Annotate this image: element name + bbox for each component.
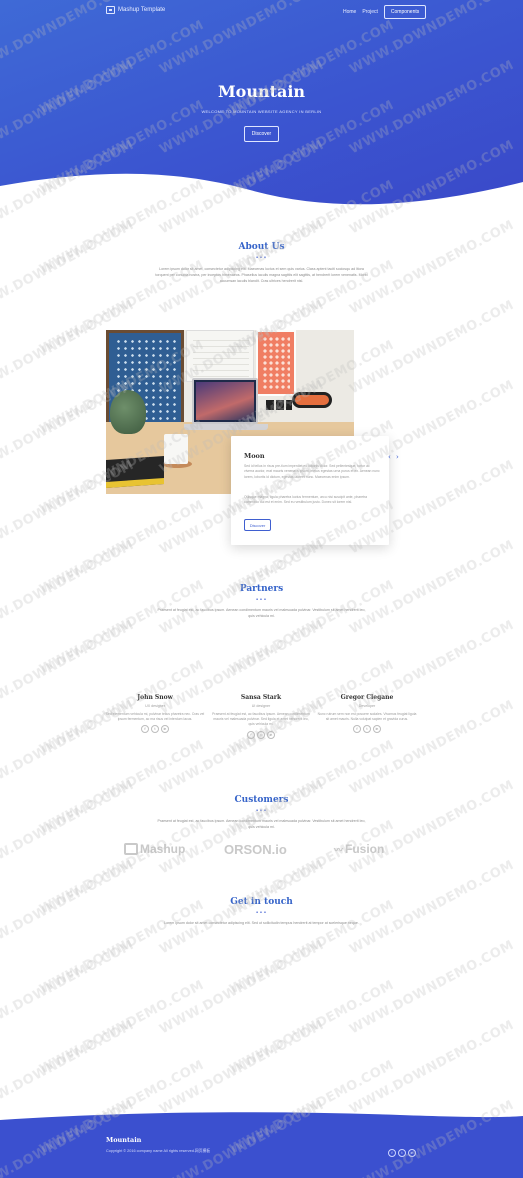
twitter-icon[interactable]: t <box>398 1149 406 1157</box>
linkedin-icon[interactable]: in <box>408 1149 416 1157</box>
facebook-icon[interactable]: f <box>247 730 255 739</box>
partner-text: Nunc rutrum sem non est posuere sodales.… <box>317 712 417 722</box>
partners-title: Partners <box>239 584 284 594</box>
customer-logo-orson[interactable]: ORSON.io <box>224 842 287 857</box>
card-discover-button[interactable]: Discover <box>244 519 271 531</box>
watermark-text: WWW.DOWNDEMO.COM <box>157 1017 327 1118</box>
mashup-logo-icon <box>124 843 138 855</box>
watermark-text: WWW.DOWNDEMO.COM <box>347 937 517 1038</box>
facebook-icon[interactable]: f <box>388 1149 396 1157</box>
footer <box>0 1120 523 1178</box>
footer-copyright: Copyright © 2016 company name All rights… <box>106 1149 211 1153</box>
hero-wave-divider <box>0 173 523 223</box>
brand-logo-icon <box>106 6 115 14</box>
twitter-icon[interactable]: t <box>151 725 159 734</box>
facebook-icon[interactable]: f <box>353 725 361 734</box>
nav-components-button[interactable]: Components <box>383 5 427 19</box>
card-prev-icon[interactable]: ‹ <box>388 453 391 461</box>
top-nav: Mashup Template Home Project Components <box>0 0 523 22</box>
partner-name: Gregor Clegane <box>340 694 394 701</box>
hero-title: Mountain <box>217 82 306 101</box>
linkedin-icon[interactable]: in <box>161 725 169 734</box>
hero-subtitle: WELCOME TO MOUNTAIN WEBSITE AGENCY IN BE… <box>201 109 322 114</box>
partner-name: John Snow <box>137 694 173 701</box>
partner-name: Sansa Stark <box>240 694 282 701</box>
partner-role: UX designer <box>145 704 165 708</box>
twitter-icon[interactable]: t <box>257 730 265 739</box>
customer-logos: Mashup ORSON.io 〰 Fusion <box>0 842 523 860</box>
customer-logo-label: Fusion <box>345 842 385 856</box>
card-next-icon[interactable]: › <box>396 453 399 461</box>
watermark-text: WWW.DOWNDEMO.COM <box>157 857 327 958</box>
watermark-text: WWW.DOWNDEMO.COM <box>347 777 517 878</box>
contact-text: Lorem ipsum dolor sit amet consectetur a… <box>164 921 359 925</box>
hero-discover-button[interactable]: Discover <box>244 126 279 142</box>
nav-links: Home Project Components <box>343 5 427 19</box>
page: Mashup Template Home Project Components … <box>0 0 523 1178</box>
photo-headphones <box>292 392 332 408</box>
watermark-text: WWW.DOWNDEMO.COM <box>0 777 137 878</box>
photo-poster-sketch <box>186 330 254 382</box>
watermark-text: WWW.DOWNDEMO.COM <box>0 217 137 318</box>
photo-poster-orange <box>256 330 296 396</box>
customers-title: Customers <box>234 795 289 805</box>
watermark-text: WWW.DOWNDEMO.COM <box>37 977 207 1078</box>
partner-socials: f t in <box>100 725 210 734</box>
partner-role: UI designer <box>251 704 271 708</box>
partner-text: Sed elementum vehicula mi, pulvinar tell… <box>105 712 205 722</box>
partners-dots: ••• <box>255 597 268 603</box>
watermark-text: WWW.DOWNDEMO.COM <box>347 217 517 318</box>
customer-logo-mashup[interactable]: Mashup <box>124 842 185 856</box>
customer-logo-fusion[interactable]: 〰 Fusion <box>334 842 384 856</box>
watermark-text: WWW.DOWNDEMO.COM <box>157 937 327 1038</box>
photo-laptop-base <box>184 424 268 430</box>
partner-card: Sansa Stark UI designer Praesent at feug… <box>206 694 316 739</box>
watermark-text: WWW.DOWNDEMO.COM <box>0 1017 137 1118</box>
partner-card: John Snow UX designer Sed elementum vehi… <box>100 694 210 734</box>
nav-home[interactable]: Home <box>343 9 356 15</box>
photo-cubes <box>266 400 292 410</box>
card-text-2: Quisque magna, ligula pharetra luctus fe… <box>244 495 368 505</box>
watermark-text: WWW.DOWNDEMO.COM <box>347 857 517 958</box>
watermark-text: WWW.DOWNDEMO.COM <box>37 497 207 598</box>
watermark-text: WWW.DOWNDEMO.COM <box>227 977 397 1078</box>
partner-card: Gregor Clegane Developer Nunc rutrum sem… <box>312 694 422 734</box>
card-text-1: Sed id tellus in risus pre-tium imperdie… <box>244 464 380 479</box>
linkedin-icon[interactable]: in <box>373 725 381 734</box>
watermark-text: WWW.DOWNDEMO.COM <box>347 297 517 398</box>
contact-dots: ••• <box>255 910 268 916</box>
photo-laptop <box>192 378 258 424</box>
moon-card: Moon ‹ › Sed id tellus in risus pre-tium… <box>231 436 399 545</box>
fusion-logo-icon: 〰 <box>334 844 344 855</box>
photo-books <box>106 455 164 489</box>
partner-text: Praesent at feugiat est, ac faucibus ips… <box>212 712 310 727</box>
about-text: Lorem ipsum dolor sit amet, consectetur … <box>155 267 368 283</box>
customers-dots: ••• <box>255 808 268 814</box>
photo-mug <box>164 434 188 464</box>
nav-project[interactable]: Project <box>362 9 378 15</box>
customers-text: Praesent at feugiat est, ac faucibus ips… <box>157 819 366 829</box>
footer-title: Mountain <box>106 1136 142 1144</box>
facebook-icon[interactable]: f <box>141 725 149 734</box>
customer-logo-label: ORSON.io <box>224 842 287 857</box>
photo-plant <box>110 390 146 434</box>
linkedin-icon[interactable]: in <box>267 730 275 739</box>
partner-socials: f t in <box>206 730 316 739</box>
about-dots: ••• <box>255 255 268 261</box>
partner-role: Developer <box>358 704 376 708</box>
contact-title: Get in touch <box>230 897 293 907</box>
customer-logo-label: Mashup <box>140 842 186 856</box>
card-title: Moon <box>244 452 265 460</box>
about-title: About Us <box>238 242 285 252</box>
watermark-text: WWW.DOWNDEMO.COM <box>0 937 137 1038</box>
twitter-icon[interactable]: t <box>363 725 371 734</box>
footer-socials: f t in <box>388 1149 416 1157</box>
brand[interactable]: Mashup Template <box>106 6 165 14</box>
partner-socials: f t in <box>312 725 422 734</box>
watermark-text: WWW.DOWNDEMO.COM <box>347 1017 517 1118</box>
watermark-text: WWW.DOWNDEMO.COM <box>0 857 137 958</box>
partners-text: Praesent at feugiat est, ac faucibus ips… <box>157 608 366 618</box>
brand-name: Mashup Template <box>118 7 166 13</box>
